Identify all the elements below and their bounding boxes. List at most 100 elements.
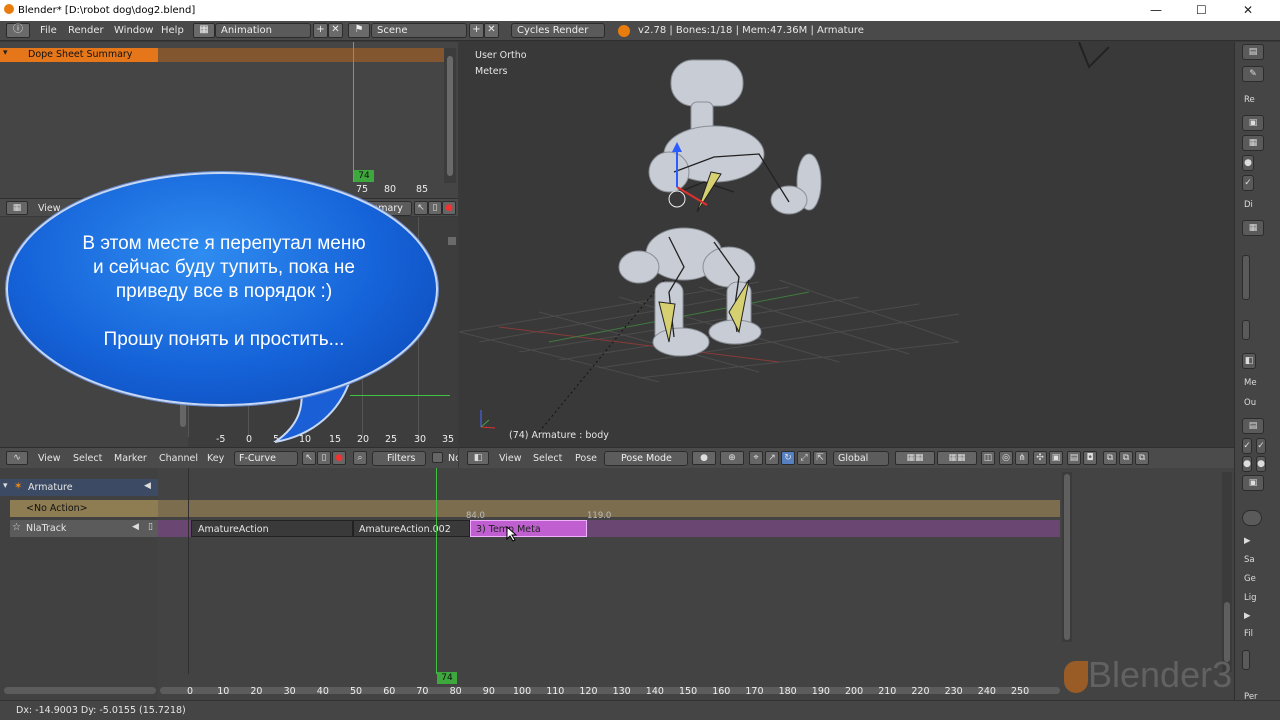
check-icon[interactable]: ✓ — [1256, 438, 1266, 454]
panel-label[interactable]: Fil — [1244, 629, 1253, 639]
panel-label[interactable]: Ge — [1244, 574, 1256, 584]
graph-menu-channel[interactable]: Channel — [159, 453, 198, 464]
remove-scene-icon[interactable]: ✕ — [484, 23, 499, 38]
dopesheet-frame-cursor[interactable] — [353, 42, 354, 182]
panel-label[interactable]: Sa — [1244, 555, 1255, 565]
editor-type-icon[interactable]: ▦ — [6, 201, 28, 215]
scene-icon[interactable]: ⚑ — [348, 23, 370, 38]
lock-icon[interactable]: ▯ — [428, 201, 442, 215]
expand-triangle-icon[interactable]: ▾ — [3, 481, 8, 491]
layer-buttons-icon[interactable]: ▦▦ — [937, 451, 977, 465]
filters-button[interactable]: Filters — [372, 451, 426, 466]
viewport-menu-view[interactable]: View — [499, 453, 522, 464]
expand-triangle-icon[interactable]: ▾ — [3, 48, 8, 58]
pivot-point-icon[interactable]: ⊕ — [720, 451, 744, 465]
tool-icon[interactable]: ✎ — [1242, 66, 1264, 82]
menu-window[interactable]: Window — [114, 25, 153, 36]
cursor-icon[interactable]: ↖ — [302, 451, 316, 465]
panel-label[interactable]: Di — [1244, 200, 1253, 210]
close-button[interactable]: ✕ — [1243, 3, 1253, 17]
snap-element-icon[interactable]: ▣ — [1049, 451, 1063, 465]
toggle-icon[interactable]: ● — [1242, 456, 1252, 472]
proportional-edit-icon[interactable]: ◎ — [999, 451, 1013, 465]
panel-label[interactable]: Lig — [1244, 593, 1257, 603]
minimize-button[interactable]: — — [1150, 3, 1162, 17]
add-scene-icon[interactable]: + — [469, 23, 484, 38]
manipulator-toggle-icon[interactable]: ⌖ — [749, 451, 763, 465]
nla-strip[interactable]: AmatureAction.002 — [353, 520, 470, 537]
snap-target-icon[interactable]: ✣ — [1033, 451, 1047, 465]
toggle-icon[interactable]: ● — [1256, 456, 1266, 472]
search-icon[interactable]: ⌕ — [353, 451, 367, 465]
nla-channel-armature[interactable]: ▾ ✶ Armature ◀︎ — [0, 479, 158, 496]
slider[interactable] — [1242, 255, 1250, 300]
panel-label[interactable]: Re — [1244, 95, 1255, 105]
lock-icon[interactable]: ▯ — [148, 522, 153, 532]
output-icon[interactable]: ▤ — [1242, 418, 1264, 434]
3d-cursor-icon[interactable] — [668, 190, 686, 208]
record-icon[interactable]: ● — [442, 201, 456, 215]
graph-menu-marker[interactable]: Marker — [114, 453, 147, 464]
layer-buttons-icon[interactable]: ▦▦ — [895, 451, 935, 465]
properties-editor-icon[interactable]: ▤ — [1242, 44, 1264, 60]
graph-editor-type-icon[interactable]: ∿ — [6, 451, 28, 465]
translate-icon[interactable]: ↗ — [765, 451, 779, 465]
nla-frame-cursor[interactable] — [436, 468, 437, 674]
viewport-menu-select[interactable]: Select — [533, 453, 562, 464]
viewport-editor-type-icon[interactable]: ◧ — [467, 451, 489, 465]
camera-icon[interactable]: ◘ — [1083, 451, 1097, 465]
check-icon[interactable]: ✓ — [1242, 438, 1252, 454]
nla-strip[interactable]: AmatureAction — [191, 520, 353, 537]
screen-layout-icon[interactable]: ▦ — [193, 23, 215, 38]
screen-layout-field[interactable]: Animation — [215, 23, 311, 38]
scroll-thumb[interactable] — [1224, 602, 1230, 662]
render-engine-select[interactable]: Cycles Render — [511, 23, 605, 38]
toggle-icon[interactable]: ◧ — [1242, 353, 1256, 369]
channel-horizontal-scrollbar[interactable] — [4, 687, 156, 694]
transform-icon[interactable]: ⇱ — [813, 451, 827, 465]
color-toggle[interactable] — [1242, 510, 1262, 526]
viewport-shading-icon[interactable]: ● — [692, 451, 716, 465]
region-toggle-icon[interactable] — [448, 237, 456, 245]
add-layout-icon[interactable]: + — [313, 23, 328, 38]
toggle-icon[interactable]: ● — [1242, 155, 1254, 171]
pose-mode-select[interactable]: Pose Mode — [604, 451, 688, 466]
menu-file[interactable]: File — [40, 25, 57, 36]
speaker-icon[interactable]: ◀︎ — [132, 522, 139, 532]
3d-viewport[interactable]: User Ortho Meters (74) Armature : body — [459, 42, 1234, 447]
scroll-thumb[interactable] — [447, 56, 453, 176]
pose-copy-icon[interactable]: ⧉ — [1103, 451, 1117, 465]
rotate-icon[interactable]: ↻ — [781, 451, 795, 465]
dopesheet-summary-channel[interactable]: ▾ Dope Sheet Summary — [0, 48, 158, 62]
remove-layout-icon[interactable]: ✕ — [328, 23, 343, 38]
viewport-menu-pose[interactable]: Pose — [575, 453, 597, 464]
panel-label[interactable]: Me — [1244, 378, 1257, 388]
record-icon[interactable]: ● — [332, 451, 346, 465]
fcurve-mode-select[interactable]: F-Curve — [234, 451, 298, 466]
pose-flip-icon[interactable]: ⧉ — [1135, 451, 1149, 465]
expand-icon[interactable]: ▶ — [1244, 536, 1251, 546]
transform-orientation-select[interactable]: Global — [833, 451, 889, 466]
scene-field[interactable]: Scene — [371, 23, 467, 38]
scroll-thumb[interactable] — [1064, 474, 1070, 640]
panel-label[interactable]: Ou — [1244, 398, 1256, 408]
file-format-icon[interactable]: ▣ — [1242, 475, 1264, 491]
scale-icon[interactable]: ⤢ — [797, 451, 811, 465]
maximize-button[interactable]: ☐ — [1196, 3, 1207, 17]
star-icon[interactable]: ☆ — [12, 522, 21, 533]
slider[interactable] — [1242, 650, 1250, 670]
info-editor-icon[interactable]: ⓘ — [6, 23, 30, 38]
render-button-icon[interactable]: ▣ — [1242, 115, 1264, 131]
graph-menu-key[interactable]: Key — [207, 453, 224, 464]
snap-icon[interactable]: ⋔ — [1015, 451, 1029, 465]
lock-icon[interactable]: ▯ — [317, 451, 331, 465]
nla-channel-no-action[interactable]: <No Action> — [10, 500, 158, 517]
cursor-icon[interactable]: ↖ — [414, 201, 428, 215]
graph-menu-view[interactable]: View — [38, 453, 61, 464]
lock-layers-icon[interactable]: ◫ — [981, 451, 995, 465]
render-icon[interactable]: ▤ — [1067, 451, 1081, 465]
slider[interactable] — [1242, 320, 1250, 340]
expand-icon[interactable]: ▶ — [1244, 611, 1251, 621]
nla-sidebar-scrollbar[interactable] — [1222, 472, 1232, 672]
nla-channel-nlatrack[interactable]: ☆ NlaTrack ◀︎ ▯ — [10, 520, 158, 537]
